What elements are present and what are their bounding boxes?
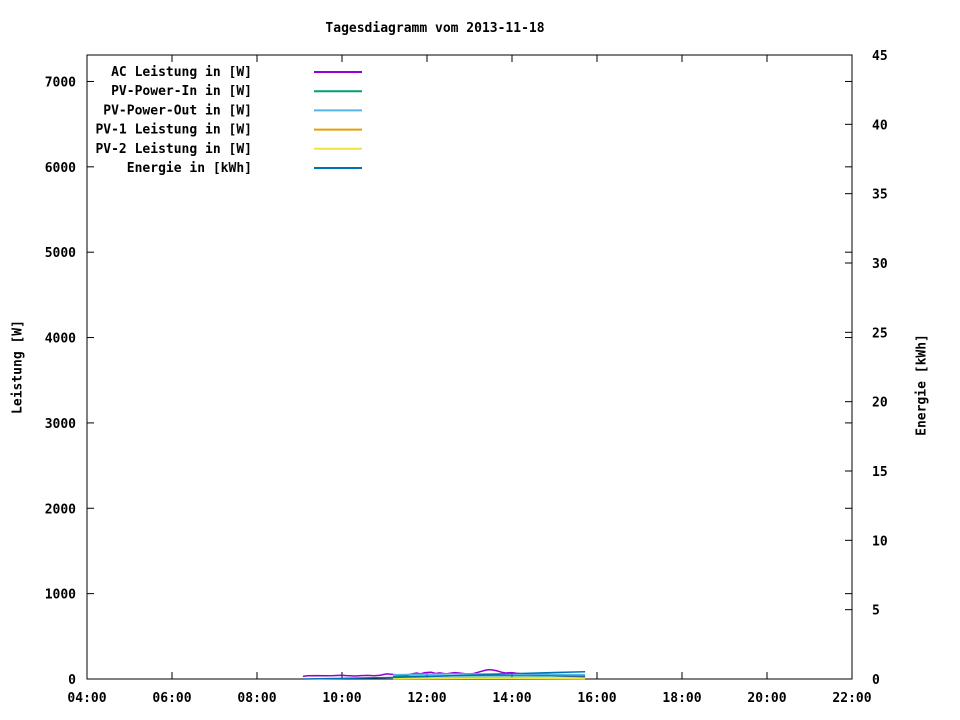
y-tick-label: 3000 — [45, 417, 76, 432]
x-tick-label: 18:00 — [662, 691, 701, 706]
legend-label: PV-Power-In in [W] — [111, 84, 252, 99]
chart: Tagesdiagramm vom 2013-11-18 Leistung [W… — [0, 0, 960, 720]
legend-label: PV-2 Leistung in [W] — [95, 142, 252, 157]
y-tick-label: 0 — [68, 673, 76, 688]
x-tick-label: 20:00 — [747, 691, 786, 706]
y-tick-label: 4000 — [45, 332, 76, 347]
y-tick-label: 6000 — [45, 161, 76, 176]
x-tick-label: 10:00 — [322, 691, 361, 706]
y2-tick-label: 35 — [872, 188, 888, 203]
y-tick-label: 5000 — [45, 246, 76, 261]
y2-tick-label: 15 — [872, 465, 888, 480]
y-tick-label: 1000 — [45, 588, 76, 603]
y2-tick-label: 5 — [872, 604, 880, 619]
y2-tick-label: 30 — [872, 257, 888, 272]
legend-label: PV-1 Leistung in [W] — [95, 123, 252, 138]
x-tick-label: 16:00 — [577, 691, 616, 706]
legend-label: Energie in [kWh] — [127, 161, 252, 176]
plot-area: 04:00 06:00 08:00 10:00 12:00 14:00 16:00 18:00… — [45, 49, 888, 706]
x-tick-label: 08:00 — [237, 691, 276, 706]
y2-tick-label: 10 — [872, 534, 888, 549]
x-tick-label: 06:00 — [152, 691, 191, 706]
y2-tick-label: 40 — [872, 118, 888, 133]
x-tick-label: 14:00 — [492, 691, 531, 706]
x-tick-label: 04:00 — [67, 691, 106, 706]
y-tick-label: 2000 — [45, 502, 76, 517]
x-tick-label: 12:00 — [407, 691, 446, 706]
legend-label: AC Leistung in [W] — [111, 65, 252, 80]
y2-tick-label: 45 — [872, 49, 888, 64]
y2-tick-label: 0 — [872, 673, 880, 688]
y2-tick-label: 25 — [872, 326, 888, 341]
y-tick-label: 7000 — [45, 75, 76, 90]
legend-label: PV-Power-Out in [W] — [103, 103, 252, 118]
y2-tick-label: 20 — [872, 396, 888, 411]
x-tick-label: 22:00 — [832, 691, 871, 706]
